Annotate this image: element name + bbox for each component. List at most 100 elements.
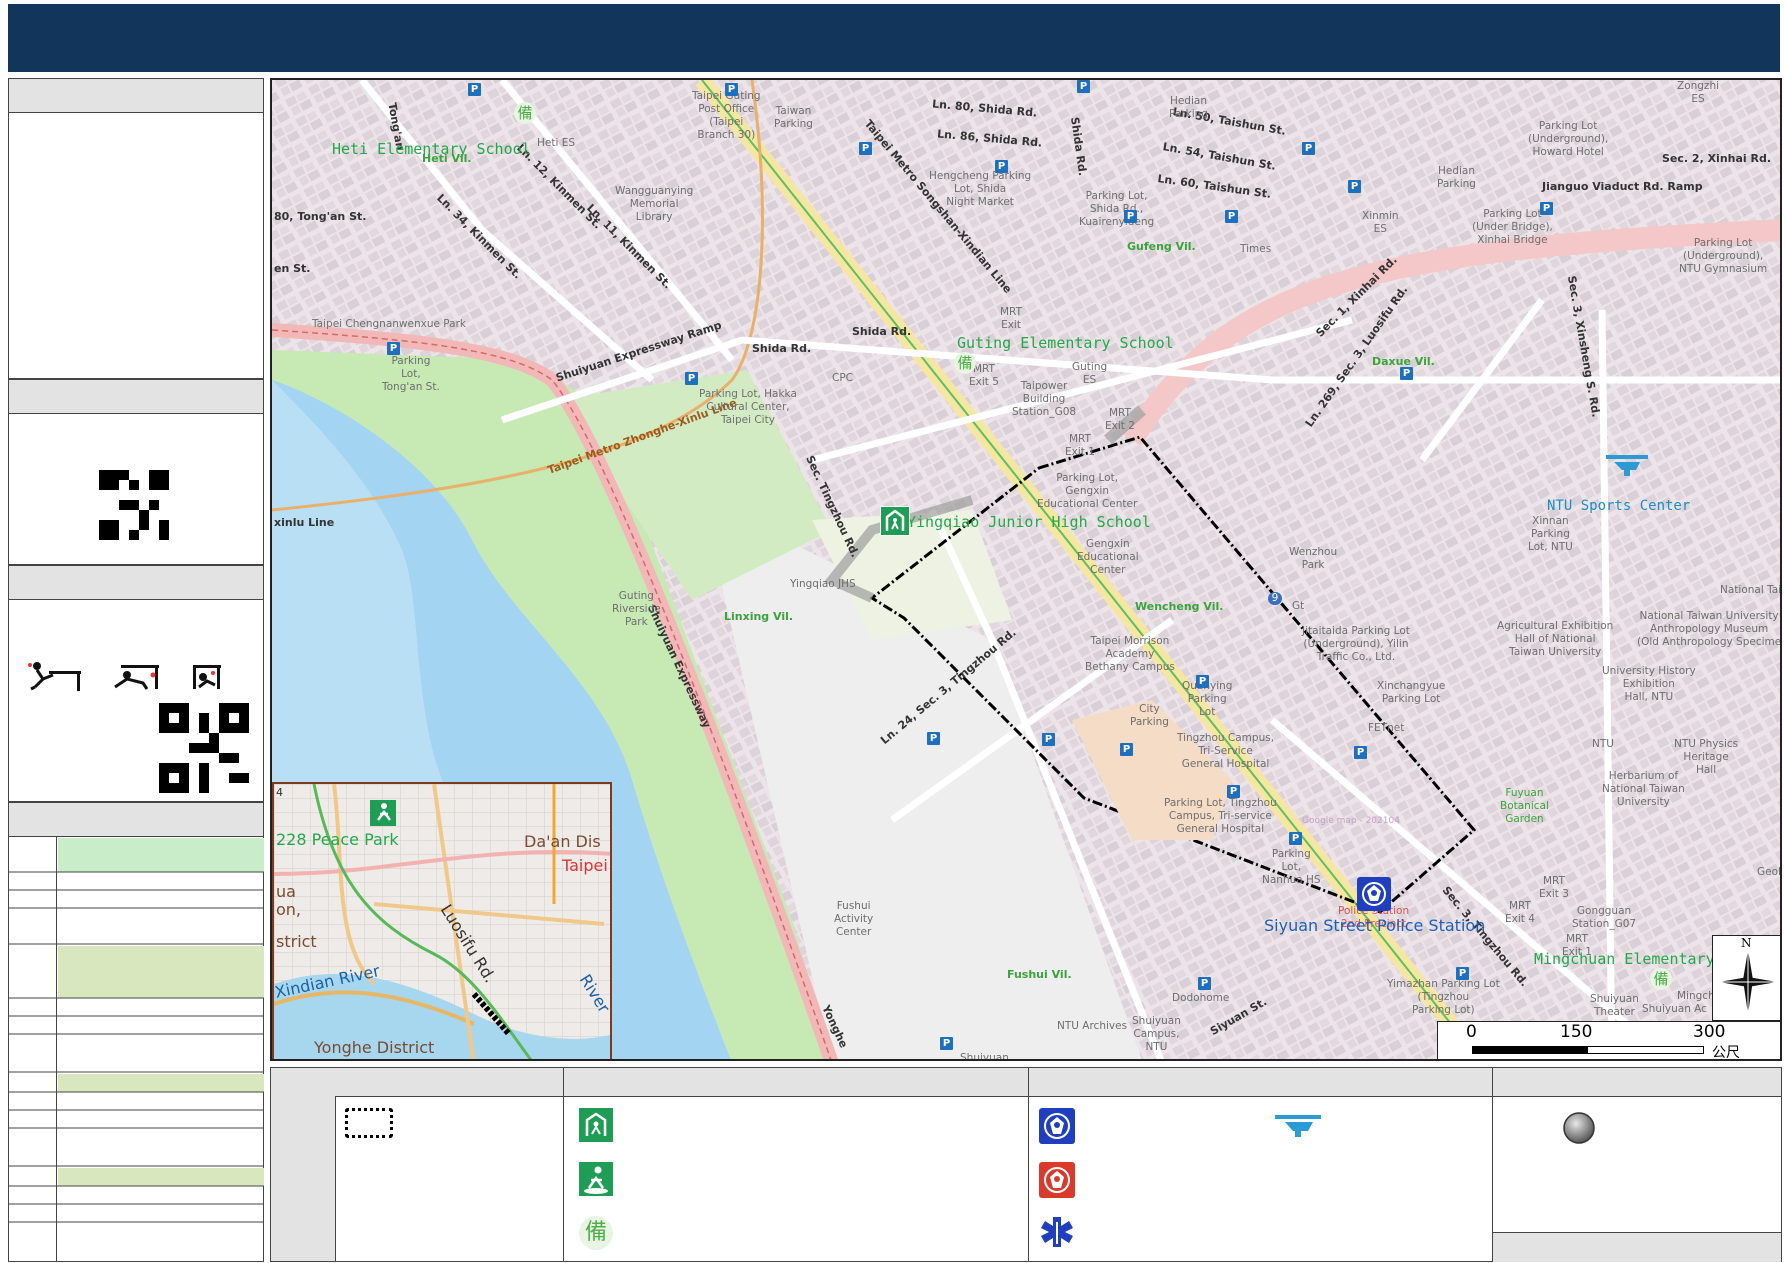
reserve-shelter-legend-icon: 備 xyxy=(579,1216,613,1250)
info-table xyxy=(8,836,264,1262)
scale-tick: 150 xyxy=(1560,1022,1593,1042)
road-label: xinlu Line xyxy=(274,516,335,529)
parking-icon: P xyxy=(927,732,940,745)
route-legend-icon xyxy=(345,1108,393,1138)
poi-label: Geol xyxy=(1757,866,1781,878)
parking-icon: P xyxy=(1456,967,1469,980)
poi-label: Heti ES xyxy=(537,137,576,149)
hold-pose-icon xyxy=(193,665,221,689)
poi-label: NTU xyxy=(1592,738,1614,750)
poi-label: Hengcheng Parking Lot, Shida Night Market xyxy=(929,170,1032,208)
village-label: Wencheng Vil. xyxy=(1135,600,1224,613)
poi-label: Gt xyxy=(1292,600,1305,612)
legend-title-cell xyxy=(271,1068,336,1261)
poi-label: Zongzhi ES xyxy=(1677,80,1720,105)
poi-label: University History Exhibition Hall, NTU xyxy=(1602,665,1696,703)
poi-label: Taipei Guting Post Office (Taipei Branch 30… xyxy=(692,90,761,141)
main-map[interactable]: Ln. 80, Shida Rd. Ln. 86, Shida Rd. Ln. … xyxy=(270,78,1782,1061)
inset-label: ua xyxy=(276,882,296,901)
poi-label: Tingzhou Campus, Tri-Service General Hospi… xyxy=(1177,732,1275,770)
fire-station-legend-icon xyxy=(1039,1162,1075,1198)
parking-icon: P xyxy=(1042,733,1055,746)
scale-unit: 公尺 xyxy=(1712,1045,1740,1061)
shelter-label: NTU Sports Center xyxy=(1547,498,1691,514)
poi-label: MRT Exit 1 xyxy=(1065,433,1095,458)
legend-header-row xyxy=(335,1068,1781,1097)
parking-icon: P xyxy=(685,372,698,385)
poi-label: Shuiyuan Ac xyxy=(1642,1003,1707,1015)
scale-tick: 300 xyxy=(1693,1022,1726,1042)
road-label: Shida Rd. xyxy=(852,325,912,338)
inset-label: 228 Peace Park xyxy=(276,830,399,849)
poi-label: CPC xyxy=(832,372,853,384)
poi-label: Dodohome xyxy=(1172,992,1230,1004)
poi-label: Shuiyuan Campus, NTU xyxy=(1132,1015,1181,1053)
police-station-label: Siyuan Street Police Station xyxy=(1264,916,1486,935)
poi-label: Wangguanying Memorial Library xyxy=(615,185,694,223)
road-label: 80, Tong'an St. xyxy=(274,210,367,223)
road-label: en St. xyxy=(274,262,311,275)
parking-icon: P xyxy=(1198,977,1211,990)
parking-icon: P xyxy=(1348,180,1361,193)
scale-segment xyxy=(1472,1046,1587,1054)
north-arrow: N xyxy=(1712,935,1780,1021)
poi-label: MRT Exit 3 xyxy=(1539,875,1569,900)
parking-icon: P xyxy=(1540,202,1553,215)
parking-icon: P xyxy=(1196,675,1209,688)
poi-label: Taipei Chengnanwenxue Park xyxy=(312,318,466,330)
qr-code-icon-2[interactable] xyxy=(159,703,249,793)
parking-icon: P xyxy=(1225,210,1238,223)
legend-divider xyxy=(1028,1068,1029,1261)
poi-label: Fushui Activity Center xyxy=(834,900,874,938)
road-label: Shida Rd. xyxy=(752,342,812,355)
qr-code-icon[interactable] xyxy=(99,470,169,540)
safety-panel-header xyxy=(9,566,263,600)
poi-label: Times xyxy=(1240,243,1272,255)
shelter-label: Guting Elementary School xyxy=(957,334,1174,352)
shelter-label: Heti Elementary School xyxy=(332,140,531,158)
poi-label: Gengxin Educational Center xyxy=(1077,538,1139,576)
indoor-shelter-icon xyxy=(880,506,910,536)
poi-label: MRT Exit 4 xyxy=(1505,900,1535,925)
scale-tick: 0 xyxy=(1466,1022,1477,1042)
poi-label: FETnet xyxy=(1368,722,1405,734)
poi-label: National Taiwan University Anthropology M… xyxy=(1637,610,1782,648)
legend-panel: 備 xyxy=(270,1067,1782,1262)
poi-label: Parking Lot, Gengxin Educational Center xyxy=(1037,472,1138,510)
poi-label: Guting Riverside Park xyxy=(612,590,661,628)
poi-label: Shuiyuan xyxy=(960,1052,1009,1061)
info-table-header xyxy=(9,803,263,837)
parking-icon: P xyxy=(1289,832,1302,845)
poi-label: Parking Lot, Shida Rd., Kuairenyideng xyxy=(1079,190,1155,228)
poi-label: City Parking xyxy=(1130,703,1169,728)
shelter-label: Mingchuan Elementary xyxy=(1534,950,1715,968)
poi-label: 9 xyxy=(1268,592,1282,605)
medical-legend-icon xyxy=(1041,1217,1073,1247)
poi-label: Parking Lot (Underground), Howard Hotel xyxy=(1528,120,1609,158)
poi-label: Yingqiao JHS xyxy=(790,578,856,590)
safety-panel xyxy=(8,565,264,802)
poi-label: Jitaitaida Parking Lot (Underground), Yil… xyxy=(1302,625,1410,663)
inset-map[interactable]: 228 Peace Park Da'an Dis Taipei ua on, s… xyxy=(272,782,612,1059)
village-label: Fushui Vil. xyxy=(1007,968,1072,981)
poi-label: Hedian Parking xyxy=(1437,165,1476,190)
police-legend-icon xyxy=(1039,1108,1075,1144)
inset-label: Taipei xyxy=(562,856,608,875)
poi-label: Yimazhan Parking Lot (Tingzhou Parking Lot… xyxy=(1387,978,1500,1016)
heli-icon xyxy=(1606,455,1648,476)
inset-label: strict xyxy=(276,932,317,951)
poi-label: Wenzhou Park xyxy=(1289,546,1338,571)
parking-icon: P xyxy=(995,160,1008,173)
outdoor-shelter-legend-icon xyxy=(579,1162,613,1196)
reserve-shelter-icon: 備 xyxy=(1650,968,1672,990)
poi-label: National Taiwan xyxy=(1720,584,1782,596)
title-bar xyxy=(8,4,1780,72)
poi-label: Hedian Parking xyxy=(1169,95,1208,120)
drop-pose-icon xyxy=(28,662,81,691)
shelter-label: Yingqiao Junior High School xyxy=(907,513,1151,531)
poi-label: Parking Lot, Tingzhou Campus, Tri-service… xyxy=(1164,797,1277,835)
poi-label: Parking Lot, Nanhua HS xyxy=(1262,848,1321,886)
parking-icon: P xyxy=(1302,142,1315,155)
parking-icon: P xyxy=(1354,746,1367,759)
parking-icon: P xyxy=(1077,80,1090,93)
